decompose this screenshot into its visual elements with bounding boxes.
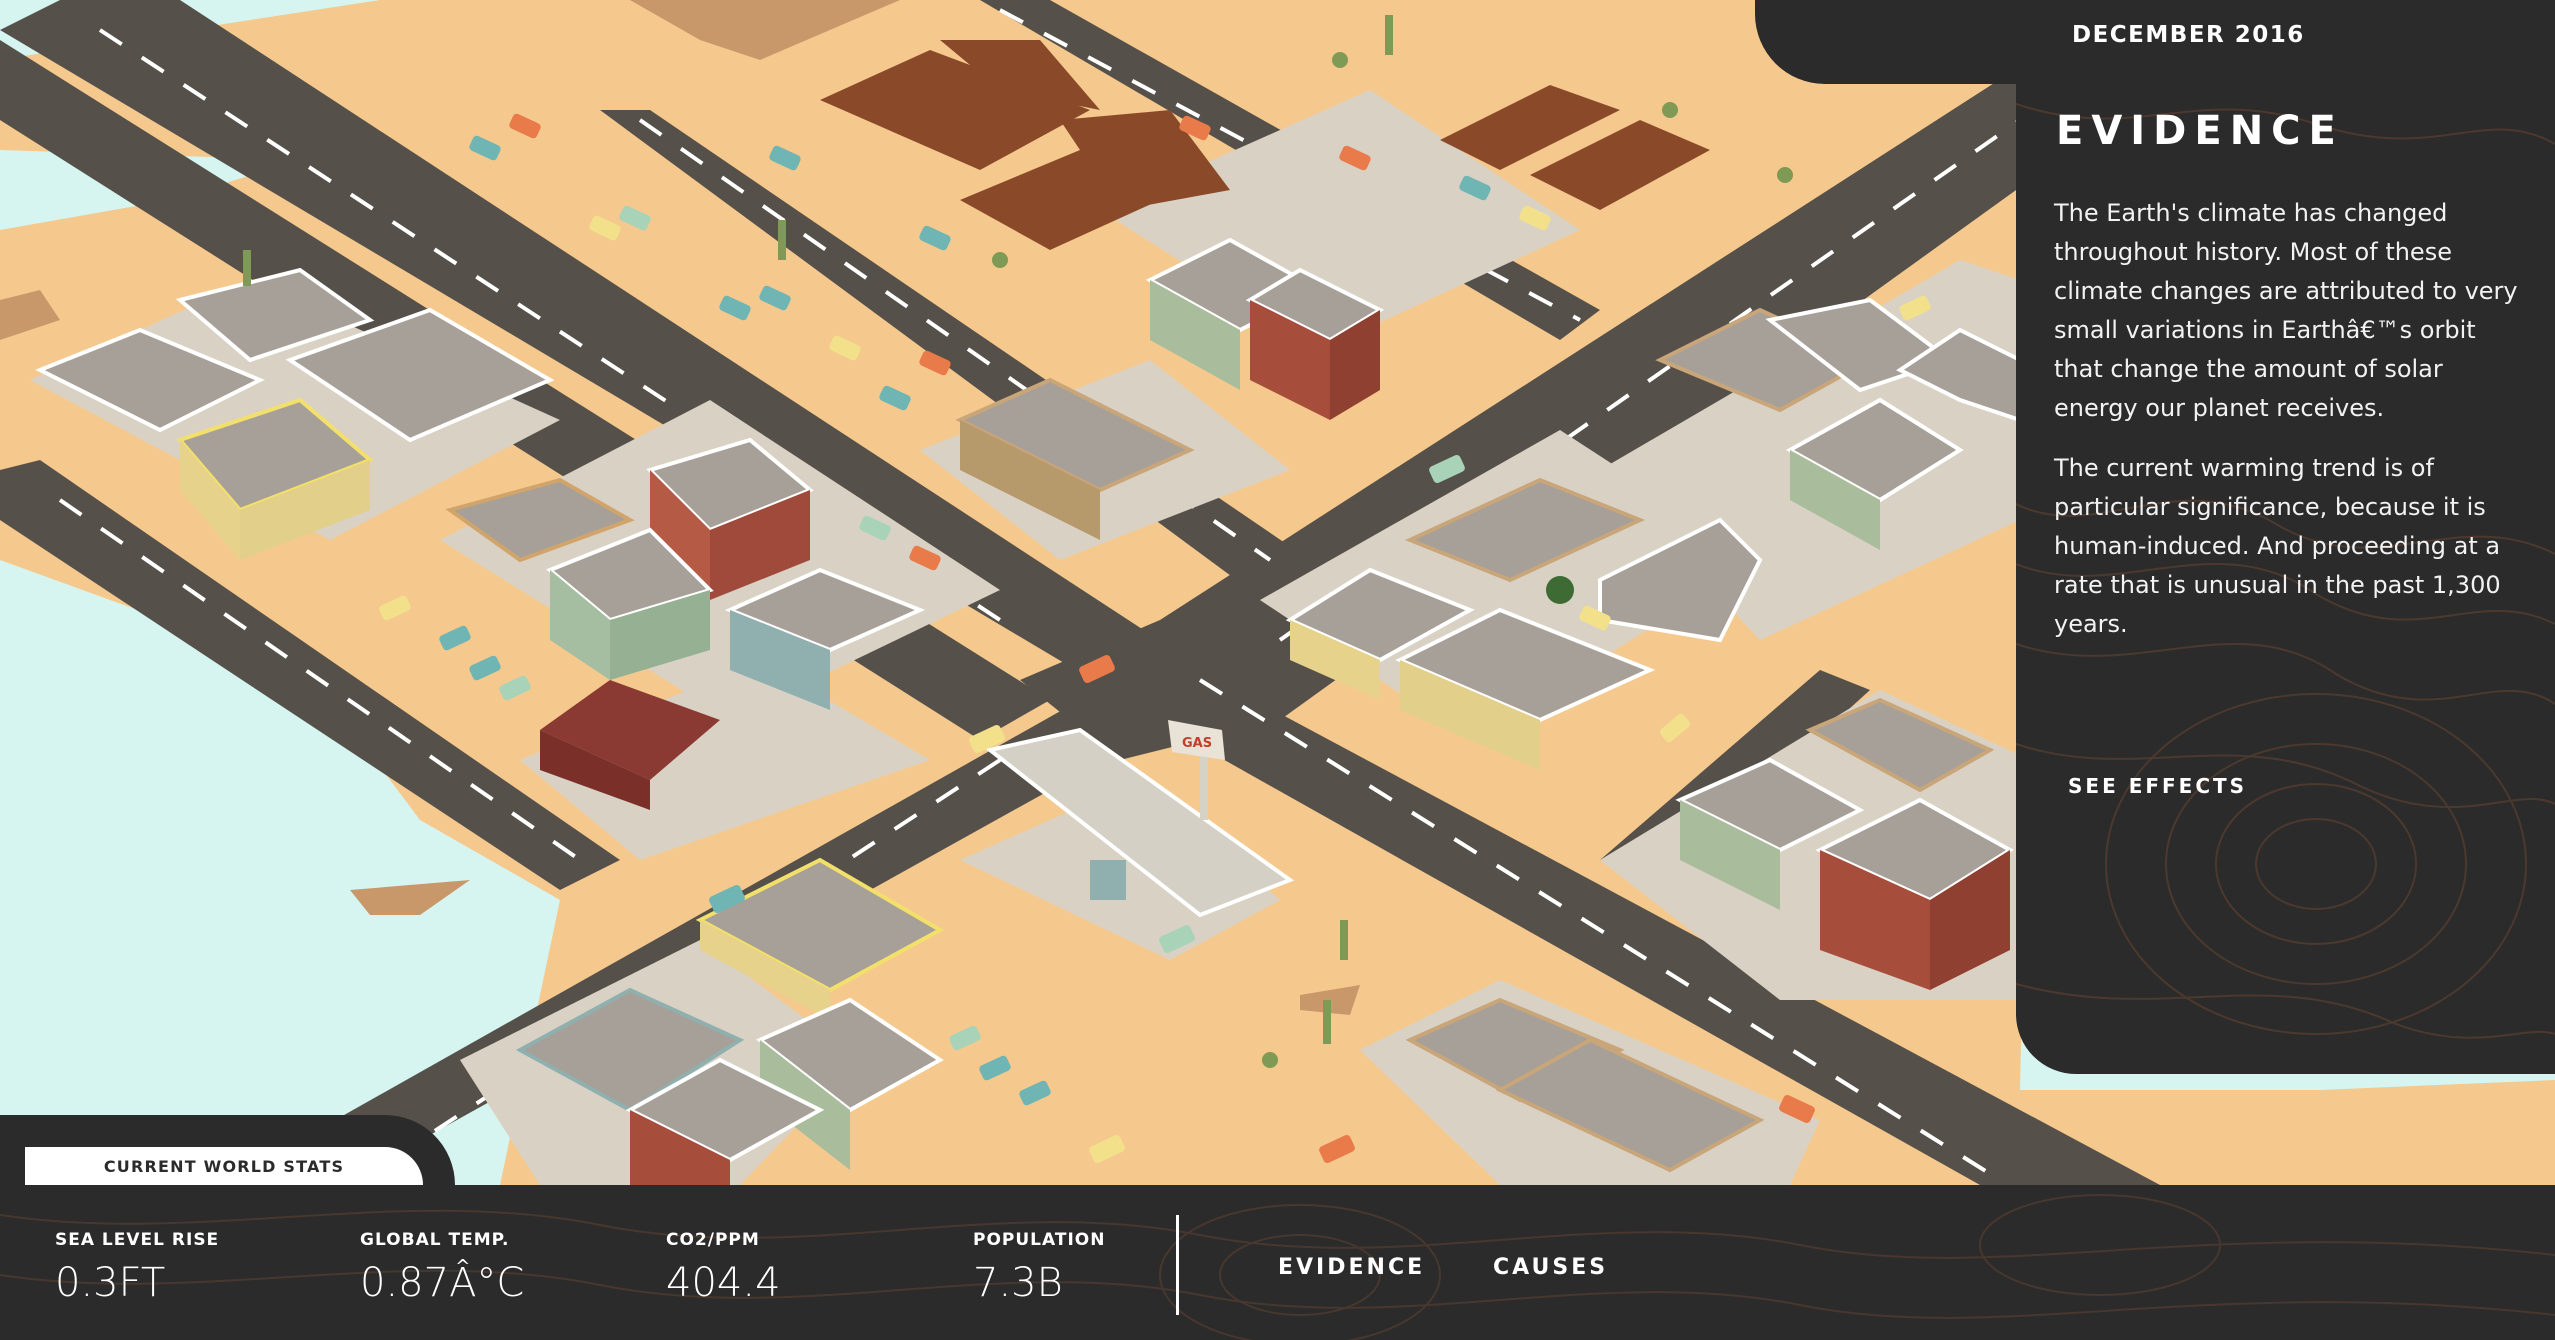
stat-sea-level: SEA LEVEL RISE 0.3FT [55, 1230, 219, 1306]
stat-label: SEA LEVEL RISE [55, 1230, 220, 1250]
stat-co2: CO2/PPM 404.4 [666, 1230, 781, 1306]
bottom-bar: SEA LEVEL RISE 0.3FT GLOBAL TEMP. 0.87Â°… [0, 1185, 2555, 1340]
gas-sign-text: GAS [1182, 736, 1212, 751]
panel-title: EVIDENCE [2056, 108, 2344, 154]
nav-divider [1176, 1215, 1179, 1315]
date-label: DECEMBER 2016 [2072, 22, 2305, 48]
evidence-panel: EVIDENCE The Earth's climate has changed… [2016, 84, 2555, 1074]
stat-value: 0.3FT [55, 1260, 166, 1306]
stat-population: POPULATION 7.3B [973, 1230, 1105, 1306]
stat-label: CO2/PPM [666, 1230, 760, 1250]
nav-causes-link[interactable]: CAUSES [1493, 1255, 1608, 1280]
panel-paragraph-2: The current warming trend is of particul… [2054, 454, 2501, 638]
stat-label: GLOBAL TEMP. [360, 1230, 510, 1250]
nav-evidence-link[interactable]: EVIDENCE [1278, 1255, 1425, 1280]
stat-value: 7.3B [973, 1260, 1063, 1306]
stat-value: 404.4 [666, 1260, 781, 1306]
see-effects-button[interactable]: SEE EFFECTS [2068, 774, 2247, 798]
current-world-stats-tab[interactable]: CURRENT WORLD STATS [25, 1147, 423, 1185]
stat-label: POPULATION [973, 1230, 1106, 1250]
stat-global-temp: GLOBAL TEMP. 0.87Â°C [360, 1230, 524, 1306]
stat-value: 0.87Â°C [360, 1260, 525, 1306]
panel-paragraph-1: The Earth's climate has changed througho… [2054, 199, 2518, 422]
